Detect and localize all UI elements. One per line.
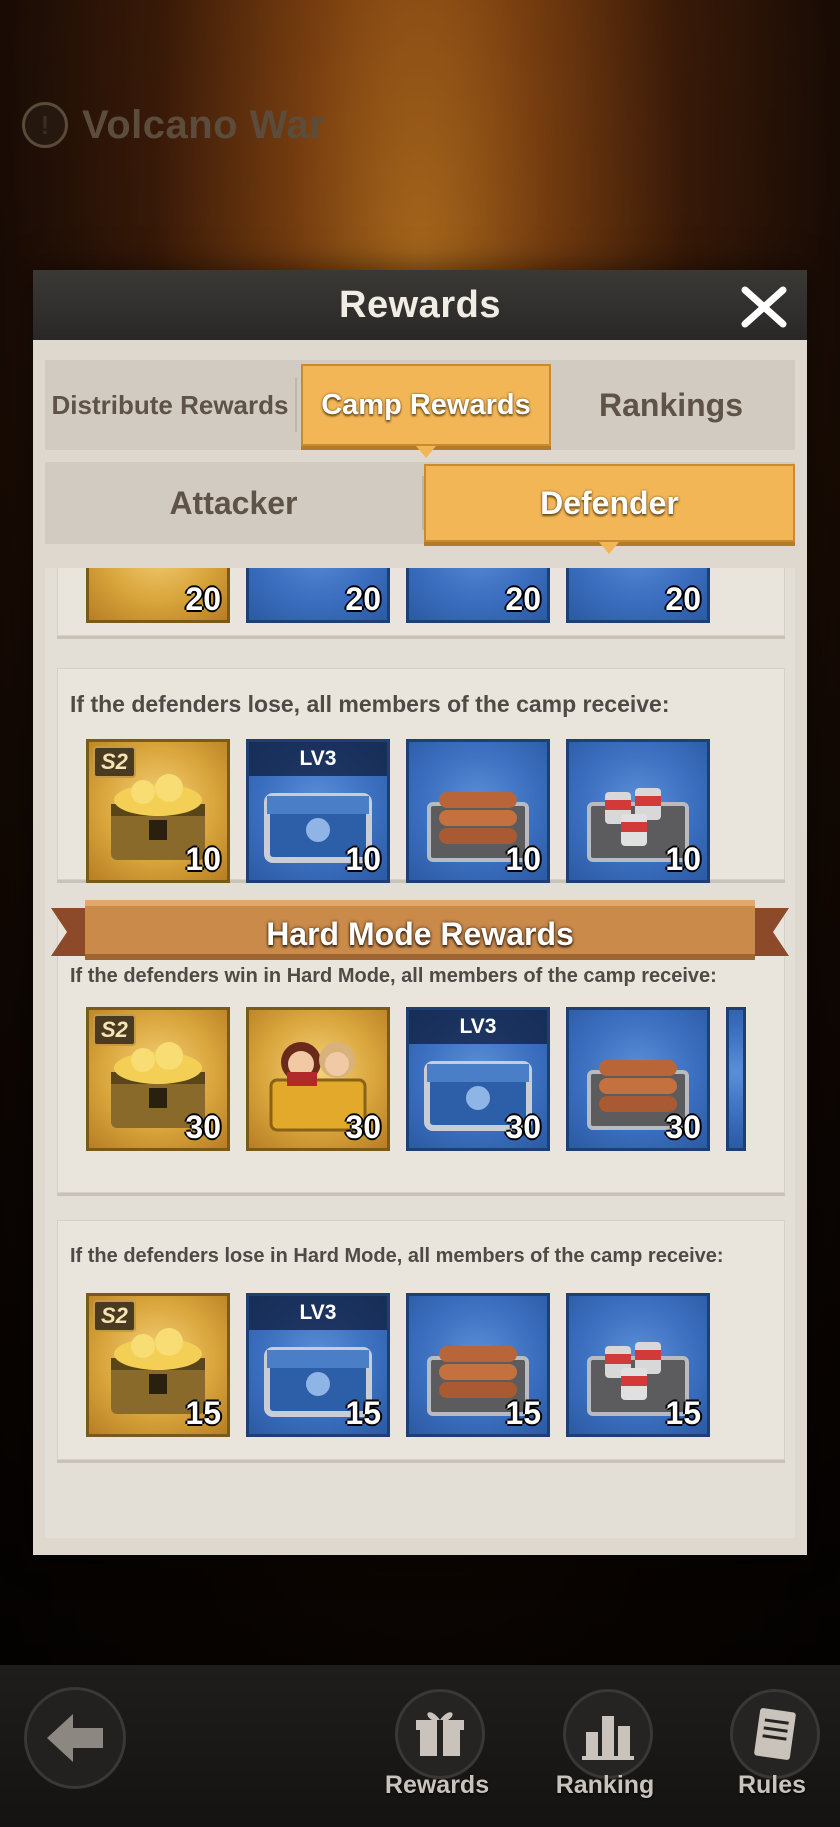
item-count: 30 (185, 1109, 221, 1145)
reward-items: S2 10 LV3 10 10 10 (86, 739, 710, 883)
food-chest-item[interactable]: 20 (566, 568, 710, 623)
level-label: LV3 (409, 1010, 547, 1044)
season-badge: S2 (93, 1300, 136, 1332)
reward-items: S2 15 LV3 15 15 15 (86, 1293, 710, 1437)
rewards-dialog: Rewards Distribute Rewards Camp Rewards … (33, 270, 807, 1555)
s2-gold-chest-item[interactable]: 20 (86, 568, 230, 623)
level-label: LV3 (249, 742, 387, 776)
back-arrow-icon (47, 1714, 103, 1762)
nav-label: Ranking (555, 1771, 655, 1799)
item-count: 15 (185, 1395, 221, 1431)
s2-gold-chest-item[interactable]: S2 30 (86, 1007, 230, 1151)
item-count: 30 (665, 1109, 701, 1145)
back-button[interactable] (24, 1687, 126, 1789)
item-count: 15 (505, 1395, 541, 1431)
season-badge: S2 (93, 746, 136, 778)
main-tabs: Distribute Rewards Camp Rewards Rankings (45, 360, 795, 458)
alert-icon[interactable]: ! (22, 102, 68, 148)
reward-items: 20 20 20 20 (86, 568, 710, 623)
wood-chest-item[interactable]: 20 (406, 568, 550, 623)
banner-title: Hard Mode Rewards (266, 915, 574, 952)
reward-card-hard-mode-lose: If the defenders lose in Hard Mode, all … (57, 1220, 785, 1460)
nav-label: Rules (737, 1771, 807, 1799)
gift-icon (395, 1689, 485, 1779)
nav-rewards-button[interactable]: Rewards (375, 1689, 495, 1809)
more-items-peek[interactable] (726, 1007, 746, 1151)
s2-gold-chest-item[interactable]: S2 15 (86, 1293, 230, 1437)
food-chest-item[interactable]: 10 (566, 739, 710, 883)
item-count: 20 (505, 581, 541, 617)
bar-chart-icon (563, 1689, 653, 1779)
item-count: 15 (345, 1395, 381, 1431)
reward-card-partial: 20 20 20 20 (57, 568, 785, 636)
item-count: 10 (665, 841, 701, 877)
side-tabs: Attacker Defender (45, 462, 795, 554)
tab-distribute-rewards[interactable]: Distribute Rewards (45, 366, 295, 444)
item-count: 30 (505, 1109, 541, 1145)
hero-chest-item[interactable]: 30 (246, 1007, 390, 1151)
tab-camp-rewards-label: Camp Rewards (321, 388, 531, 421)
item-count: 20 (185, 581, 221, 617)
lv3-blue-chest-item[interactable]: LV3 30 (406, 1007, 550, 1151)
tab-attacker[interactable]: Attacker (45, 464, 422, 542)
hard-mode-banner: Hard Mode Rewards (45, 894, 795, 974)
reward-condition-text: If the defenders lose in Hard Mode, all … (70, 1245, 724, 1267)
page-title: Volcano War (82, 102, 326, 147)
dialog-header: Rewards (33, 270, 807, 340)
blue-chest-item[interactable]: 20 (246, 568, 390, 623)
nav-rules-button[interactable]: Rules (710, 1689, 830, 1809)
s2-gold-chest-item[interactable]: S2 10 (86, 739, 230, 883)
document-icon (730, 1689, 820, 1779)
item-count: 10 (505, 841, 541, 877)
level-label: LV3 (249, 1296, 387, 1330)
close-icon (741, 286, 787, 328)
food-chest-item[interactable]: 15 (566, 1293, 710, 1437)
season-badge: S2 (93, 1014, 136, 1046)
item-count: 20 (345, 581, 381, 617)
item-count: 30 (345, 1109, 381, 1145)
tab-defender[interactable]: Defender (423, 464, 795, 554)
wood-chest-item[interactable]: 30 (566, 1007, 710, 1151)
reward-items: S2 30 30 LV3 30 30 (86, 1007, 746, 1151)
tab-camp-rewards[interactable]: Camp Rewards (301, 364, 551, 458)
close-button[interactable] (739, 284, 789, 330)
item-count: 20 (665, 581, 701, 617)
item-count: 15 (665, 1395, 701, 1431)
lv3-blue-chest-item[interactable]: LV3 15 (246, 1293, 390, 1437)
lv3-blue-chest-item[interactable]: LV3 10 (246, 739, 390, 883)
item-count: 10 (185, 841, 221, 877)
tab-rankings[interactable]: Rankings (551, 366, 791, 444)
active-tab-caret (599, 542, 620, 554)
dialog-title: Rewards (339, 283, 501, 326)
bottom-nav: Rewards Ranking Rules (0, 1665, 840, 1827)
active-tab-caret (416, 446, 436, 458)
page-header: ! Volcano War (22, 98, 325, 152)
reward-condition-text: If the defenders lose, all members of th… (70, 691, 670, 717)
nav-ranking-button[interactable]: Ranking (543, 1689, 663, 1809)
tab-defender-label: Defender (540, 484, 679, 521)
item-count: 10 (345, 841, 381, 877)
reward-card-defenders-lose: If the defenders lose, all members of th… (57, 668, 785, 883)
tab-divider (295, 378, 297, 432)
rewards-scroll-list[interactable]: 20 20 20 20 If the defenders lose, all m… (45, 568, 795, 1538)
nav-label: Rewards (384, 1771, 490, 1799)
wood-chest-item[interactable]: 10 (406, 739, 550, 883)
wood-chest-item[interactable]: 15 (406, 1293, 550, 1437)
